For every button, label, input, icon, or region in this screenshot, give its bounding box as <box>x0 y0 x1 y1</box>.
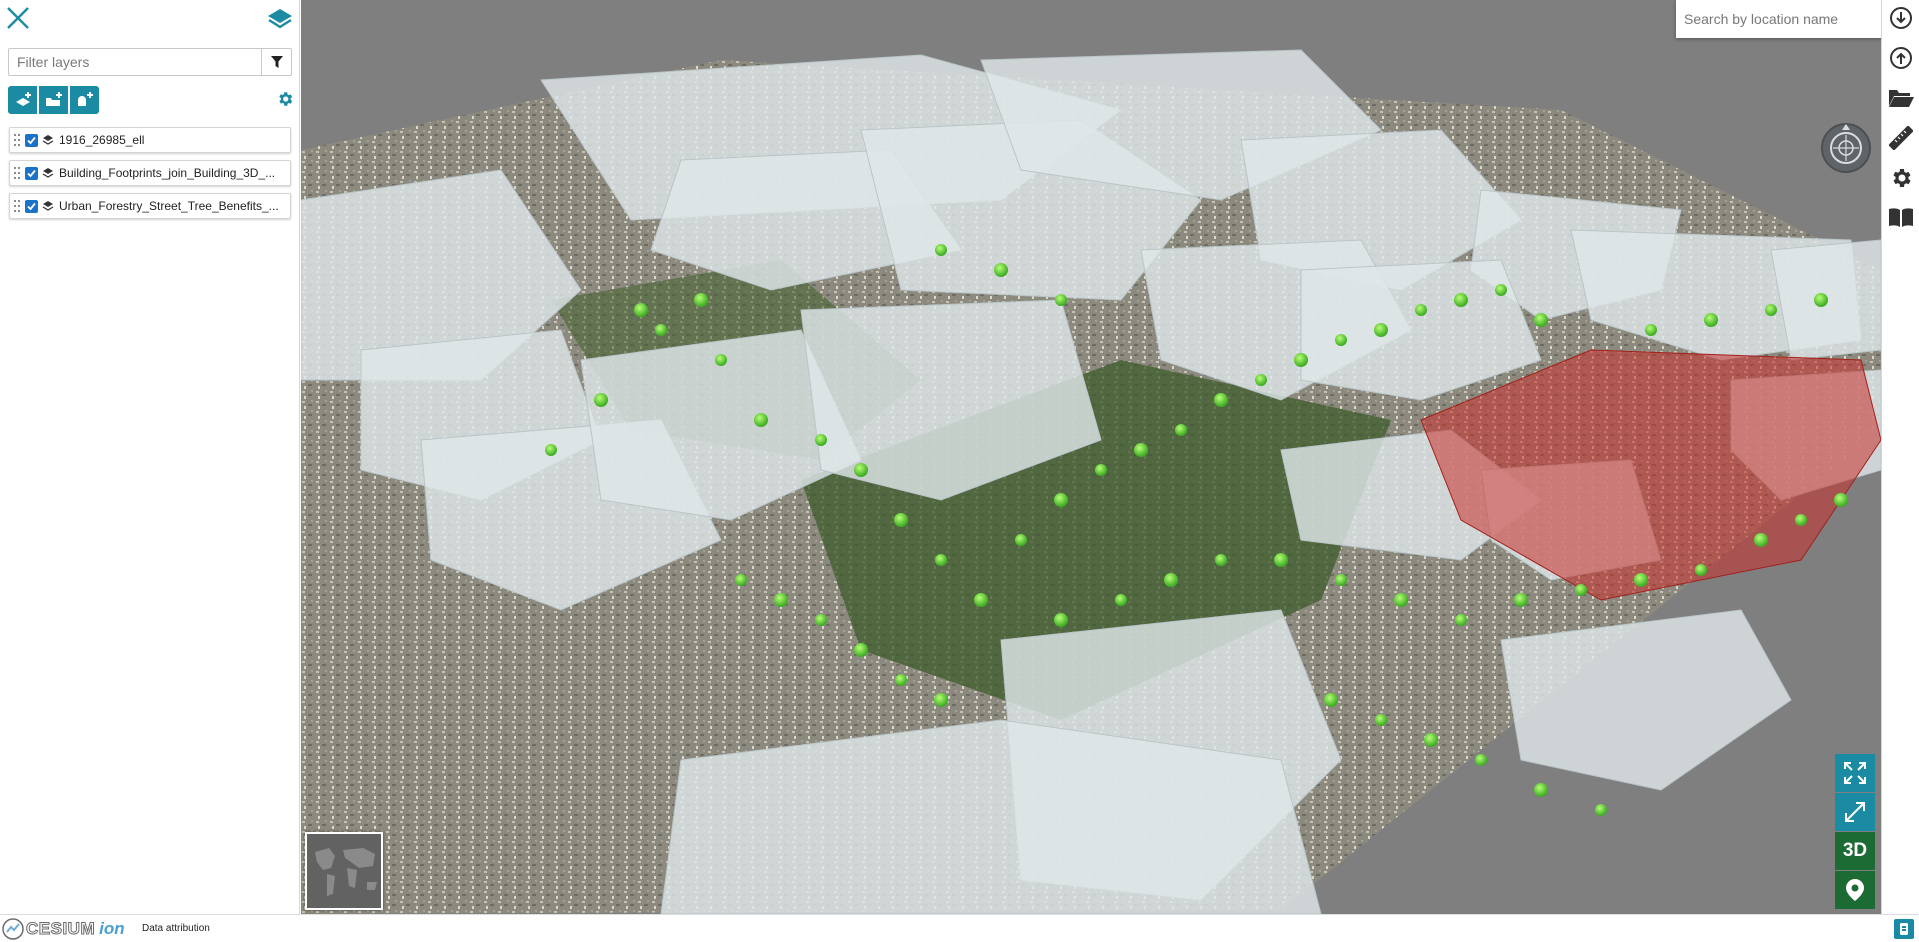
upload-button[interactable] <box>1887 44 1915 72</box>
book-icon <box>1889 208 1913 227</box>
layer-sidebar: 1916_26985_ell Building_Footprints_join_… <box>0 0 300 914</box>
add-service-icon <box>77 92 93 106</box>
fullscreen-expand-button[interactable] <box>1835 754 1875 792</box>
cesium-ion-logo[interactable]: CESIUM ion <box>2 918 125 940</box>
add-folder-icon <box>45 92 62 106</box>
fullscreen-collapse-button[interactable] <box>1835 793 1875 831</box>
measure-button[interactable] <box>1887 124 1915 152</box>
location-pin-icon <box>1846 879 1864 901</box>
3d-map-viewport[interactable]: 3D <box>301 0 1881 914</box>
close-icon <box>7 7 29 29</box>
layer-name[interactable]: Building_Footprints_join_Building_3D_... <box>59 166 275 180</box>
layer-stack-icon <box>42 134 54 146</box>
layer-stack-icon <box>42 200 54 212</box>
city-3d-scene[interactable] <box>301 0 1881 914</box>
layer-name[interactable]: 1916_26985_ell <box>59 133 144 147</box>
help-button[interactable] <box>1887 204 1915 232</box>
location-search-input[interactable] <box>1676 0 1881 38</box>
filter-button[interactable] <box>261 49 291 75</box>
add-layer-button-group <box>8 86 99 114</box>
layer-item[interactable]: 1916_26985_ell <box>9 127 291 153</box>
layer-item[interactable]: Urban_Forestry_Street_Tree_Benefits_... <box>9 193 291 219</box>
drag-handle-icon[interactable] <box>12 132 22 148</box>
feedback-button[interactable] <box>1894 919 1914 939</box>
layer-visibility-checkbox[interactable] <box>25 166 38 180</box>
compass-icon <box>1821 123 1871 173</box>
add-data-icon <box>15 92 31 106</box>
footer-bar: CESIUM ion Data attribution <box>0 914 1919 942</box>
fullscreen-collapse-icon <box>1845 802 1865 822</box>
layer-visibility-checkbox[interactable] <box>25 133 38 147</box>
filter-layers-input[interactable] <box>9 49 261 75</box>
add-data-button[interactable] <box>8 86 37 114</box>
ruler-icon <box>1889 126 1913 150</box>
world-map-thumbnail <box>307 834 381 908</box>
add-service-button[interactable] <box>70 86 99 114</box>
layers-icon <box>268 9 292 29</box>
drag-handle-icon[interactable] <box>12 165 22 181</box>
cesium-logo-icon <box>2 918 24 940</box>
add-folder-button[interactable] <box>39 86 68 114</box>
view-controls: 3D <box>1835 754 1875 910</box>
close-sidebar-button[interactable] <box>4 4 32 32</box>
drag-handle-icon[interactable] <box>12 198 22 214</box>
layer-visibility-checkbox[interactable] <box>25 199 38 213</box>
my-location-button[interactable] <box>1835 871 1875 909</box>
cesium-logo-text: CESIUM <box>25 919 96 939</box>
right-toolbar <box>1881 0 1919 914</box>
data-attribution-link[interactable]: Data attribution <box>142 923 210 934</box>
layer-item[interactable]: Building_Footprints_join_Building_3D_... <box>9 160 291 186</box>
overview-minimap[interactable] <box>305 832 383 910</box>
download-button[interactable] <box>1887 4 1915 32</box>
settings-button[interactable] <box>1887 164 1915 192</box>
ion-logo-text: ion <box>99 919 125 938</box>
folder-open-icon <box>1889 90 1914 107</box>
layer-list: 1916_26985_ell Building_Footprints_join_… <box>9 127 291 226</box>
layers-panel-button[interactable] <box>266 6 294 32</box>
feedback-icon <box>1900 923 1908 935</box>
fullscreen-expand-icon <box>1844 762 1866 784</box>
layer-settings-button[interactable] <box>276 90 294 108</box>
navigation-compass[interactable] <box>1820 122 1872 174</box>
gear-icon <box>279 92 293 106</box>
layer-stack-icon <box>42 167 54 179</box>
upload-icon <box>1890 47 1912 69</box>
filter-icon <box>270 56 283 68</box>
filter-layers-box <box>8 48 292 76</box>
layer-name[interactable]: Urban_Forestry_Street_Tree_Benefits_... <box>59 199 279 213</box>
gear-icon <box>1893 169 1911 187</box>
open-project-button[interactable] <box>1887 84 1915 112</box>
download-icon <box>1890 7 1912 29</box>
view-mode-toggle[interactable]: 3D <box>1835 832 1875 870</box>
location-search-bar <box>1676 0 1881 38</box>
